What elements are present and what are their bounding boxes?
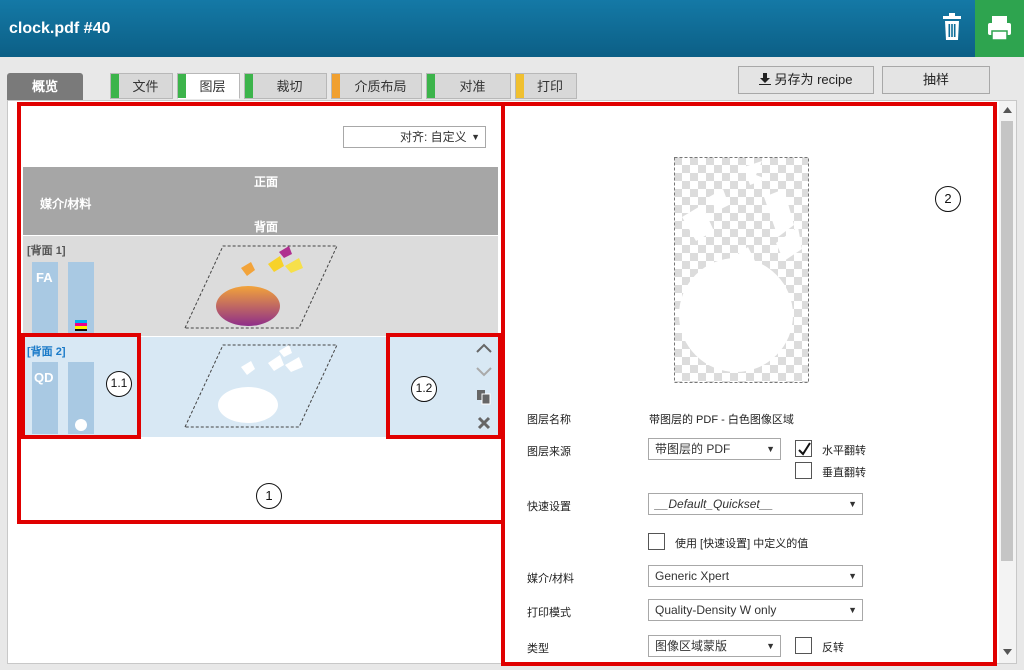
tab-overview[interactable]: 概览 — [7, 73, 83, 102]
vertical-scrollbar[interactable] — [999, 101, 1016, 663]
trash-icon[interactable] — [940, 13, 964, 41]
annotation-1: 1 — [256, 483, 282, 509]
download-icon — [759, 73, 772, 86]
annotation-1-2: 1.2 — [411, 376, 437, 402]
tab-print-label: 打印 — [536, 79, 563, 94]
tab-crop[interactable]: 裁切 — [244, 73, 327, 99]
printer-icon — [988, 16, 1011, 41]
tab-file[interactable]: 文件 — [110, 73, 173, 99]
tab-layers-label: 图层 — [199, 79, 226, 94]
tab-align[interactable]: 对准 — [426, 73, 511, 99]
print-button[interactable] — [975, 0, 1024, 57]
annotation-1-1: 1.1 — [106, 371, 132, 397]
annotation-box-1-2 — [386, 333, 502, 439]
scroll-up-icon[interactable] — [1003, 107, 1012, 113]
title-bar: clock.pdf #40 — [0, 0, 1024, 57]
save-recipe-label: 另存为 recipe — [774, 72, 853, 87]
tab-file-label: 文件 — [132, 79, 159, 94]
tab-layers[interactable]: 图层 — [177, 73, 240, 99]
annotation-box-1 — [17, 102, 505, 524]
tab-align-label: 对准 — [459, 79, 486, 94]
annotation-2: 2 — [935, 186, 961, 212]
document-title: clock.pdf #40 — [9, 20, 111, 37]
scroll-down-icon[interactable] — [1003, 649, 1012, 655]
tab-media-layout[interactable]: 介质布局 — [331, 73, 422, 99]
save-recipe-button[interactable]: 另存为 recipe — [738, 66, 874, 94]
tab-media-layout-label: 介质布局 — [354, 79, 407, 94]
tab-print[interactable]: 打印 — [515, 73, 577, 99]
annotation-box-2 — [501, 102, 997, 666]
sample-button[interactable]: 抽样 — [882, 66, 990, 94]
tab-crop-label: 裁切 — [276, 79, 303, 94]
scrollbar-thumb[interactable] — [1001, 121, 1013, 561]
